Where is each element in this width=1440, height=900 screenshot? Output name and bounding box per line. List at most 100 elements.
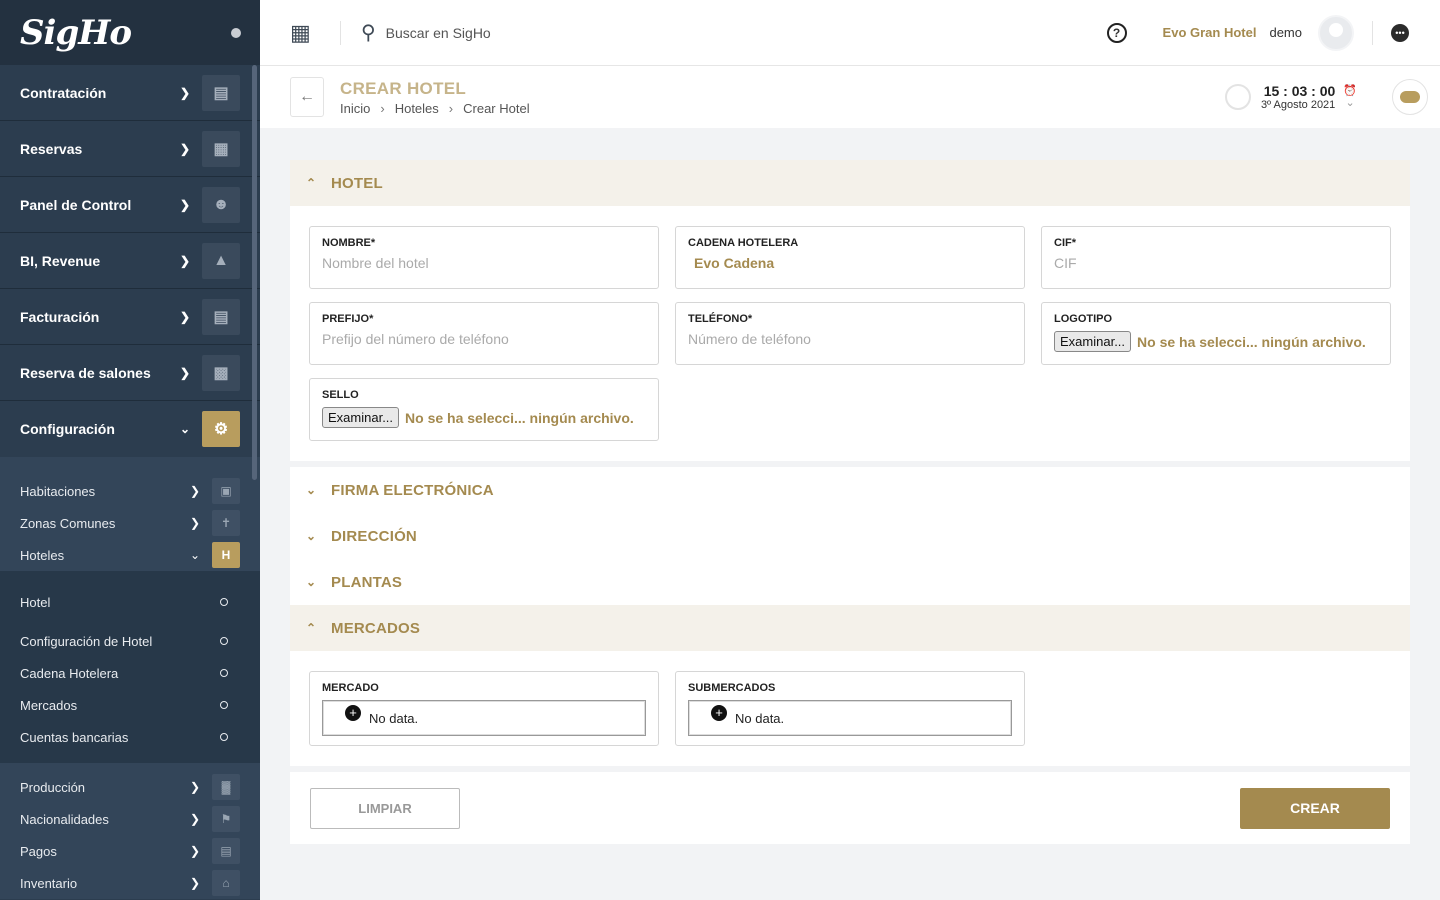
chevron-right-icon: ❯: [189, 780, 201, 794]
clock-icon: [1224, 84, 1251, 110]
chevron-right-icon: ❯: [179, 365, 191, 380]
sidebar-item-produccion[interactable]: Producción ❯ ▓: [0, 771, 260, 803]
factory-icon: ▓: [212, 774, 240, 800]
dashboard-grid-icon[interactable]: ▦: [290, 21, 312, 44]
field-label: TELÉFONO*: [688, 313, 753, 325]
chevron-down-icon: ⌄: [189, 548, 201, 562]
cif-input[interactable]: CIF: [1054, 255, 1378, 271]
sidebar-item-label: Nacionalidades: [20, 811, 109, 827]
current-date: 3º Agosto 2021: [1260, 99, 1336, 111]
top-bar-right: ? Evo Gran Hotel demo •••: [1106, 0, 1440, 66]
sidebar-item-reserva-de-salones[interactable]: Reserva de salones ❯ ▩: [0, 345, 260, 401]
create-button[interactable]: CREAR: [1240, 787, 1390, 829]
breadcrumb: Inicio › Hoteles › Crear Hotel: [340, 101, 530, 116]
circle-icon: [220, 637, 228, 645]
page-title: CREAR HOTEL: [340, 78, 467, 98]
presentation-chart-icon: ▲: [202, 242, 240, 279]
cadena-hotelera-field[interactable]: CADENA HOTELERA Evo Cadena: [675, 226, 1025, 289]
app-logo[interactable]: SigHo: [20, 13, 132, 53]
prefijo-input[interactable]: Prefijo del número de teléfono: [322, 331, 646, 347]
nombre-field[interactable]: NOMBRE* Nombre del hotel: [309, 226, 659, 289]
chevron-right-icon: ❯: [189, 876, 201, 890]
add-circle-icon[interactable]: +: [711, 705, 727, 721]
sidebar-item-configuracion-de-hotel[interactable]: Configuración de Hotel: [0, 625, 260, 657]
sidebar-item-cuentas-bancarias[interactable]: Cuentas bancarias: [0, 721, 260, 753]
section-mercados-body: MERCADO + No data. SUBMERCADOS + No data.: [290, 651, 1410, 766]
sidebar-item-mercados[interactable]: Mercados: [0, 689, 260, 721]
sidebar-item-label: Hotel: [20, 594, 51, 610]
hotel-icon: H: [212, 542, 240, 568]
alarm-icon[interactable]: ⏰ ⌄: [1343, 85, 1357, 109]
user-name[interactable]: demo: [1269, 25, 1302, 40]
sidebar-item-inventario[interactable]: Inventario ❯ ⌂: [0, 867, 260, 899]
field-label: LOGOTIPO: [1054, 313, 1113, 325]
logotipo-field: LOGOTIPO Examinar... No se ha selecci...…: [1041, 302, 1391, 365]
chat-icon[interactable]: •••: [1391, 23, 1409, 42]
section-title: MERCADOS: [331, 619, 421, 637]
clear-button[interactable]: LIMPIAR: [310, 787, 460, 829]
sidebar-item-contratacion[interactable]: Contratación ❯ ▤: [0, 65, 260, 121]
telefono-input[interactable]: Número de teléfono: [688, 331, 1012, 347]
chevron-right-icon: ❯: [179, 253, 191, 268]
mercado-list[interactable]: + No data.: [322, 700, 646, 736]
sidebar-item-facturacion[interactable]: Facturación ❯ ▤: [0, 289, 260, 345]
field-label: MERCADO: [322, 682, 379, 694]
sidebar-item-label: Reserva de salones: [20, 364, 151, 381]
search-input[interactable]: [385, 24, 786, 41]
add-circle-icon[interactable]: +: [345, 705, 361, 721]
signpost-icon: ✝: [212, 510, 240, 536]
sidebar-item-label: Panel de Control: [20, 196, 132, 213]
main-content: ⌃ HOTEL NOMBRE* Nombre del hotel CADENA …: [290, 160, 1410, 844]
top-bar: ▦ ⚲ ? Evo Gran Hotel demo •••: [260, 0, 1440, 66]
prefijo-field[interactable]: PREFIJO* Prefijo del número de teléfono: [309, 302, 659, 365]
sidebar-item-bi-revenue[interactable]: BI, Revenue ❯ ▲: [0, 233, 260, 289]
settings-icon: ⚙: [202, 411, 240, 447]
sello-browse-button[interactable]: Examinar...: [322, 407, 400, 428]
section-firma-header[interactable]: ⌄ FIRMA ELECTRÓNICA: [290, 467, 1410, 513]
sidebar-item-cadena-hotelera[interactable]: Cadena Hotelera: [0, 657, 260, 689]
sidebar-toggle-dot[interactable]: [231, 27, 241, 38]
sidebar-item-zonas-comunes[interactable]: Zonas Comunes ❯ ✝: [0, 507, 260, 539]
weather-icon[interactable]: [1392, 79, 1428, 115]
chevron-down-icon: ⌄: [306, 483, 317, 497]
chevron-down-icon: ⌄: [1345, 97, 1355, 109]
chevron-right-icon: ❯: [179, 85, 191, 100]
sidebar-item-label: Configuración: [20, 421, 115, 437]
telefono-field[interactable]: TELÉFONO* Número de teléfono: [675, 302, 1025, 365]
chevron-right-icon: ›: [448, 100, 454, 116]
section-direccion-header[interactable]: ⌄ DIRECCIÓN: [290, 513, 1410, 559]
configuracion-submenu: Habitaciones ❯ ▣ Zonas Comunes ❯ ✝ Hoteles…: [0, 457, 260, 899]
section-title: DIRECCIÓN: [331, 527, 417, 545]
breadcrumb-inicio[interactable]: Inicio: [340, 101, 370, 116]
sidebar-item-hotel[interactable]: Hotel: [0, 579, 260, 625]
current-hotel-name[interactable]: Evo Gran Hotel: [1163, 25, 1257, 40]
nombre-input[interactable]: Nombre del hotel: [322, 255, 646, 271]
chevron-up-icon: ⌃: [306, 621, 317, 635]
sidebar-scrollbar[interactable]: [252, 65, 257, 480]
section-hotel-header[interactable]: ⌃ HOTEL: [290, 160, 1410, 206]
section-mercados-header[interactable]: ⌃ MERCADOS: [290, 605, 1410, 651]
mercado-field: MERCADO + No data.: [309, 671, 659, 746]
hoteles-submenu: Hotel Configuración de Hotel Cadena Hote…: [0, 571, 260, 763]
logotipo-browse-button[interactable]: Examinar...: [1054, 331, 1132, 352]
cif-field[interactable]: CIF* CIF: [1041, 226, 1391, 289]
section-plantas-header[interactable]: ⌄ PLANTAS: [290, 559, 1410, 605]
sidebar-item-nacionalidades[interactable]: Nacionalidades ❯ ⚑: [0, 803, 260, 835]
flag-icon: ⚑: [212, 806, 240, 832]
breadcrumb-hoteles[interactable]: Hoteles: [395, 101, 439, 116]
submercados-list[interactable]: + No data.: [688, 700, 1012, 736]
sidebar-item-reservas[interactable]: Reservas ❯ ▦: [0, 121, 260, 177]
help-icon[interactable]: ?: [1106, 22, 1127, 43]
cadena-hotelera-select[interactable]: Evo Cadena: [688, 255, 1012, 271]
contract-icon: ▤: [202, 74, 240, 111]
field-label: CIF*: [1054, 237, 1076, 249]
back-button[interactable]: ←: [290, 77, 324, 117]
sidebar-item-hoteles[interactable]: Hoteles ⌄ H: [0, 539, 260, 571]
avatar[interactable]: [1318, 14, 1354, 51]
sidebar-item-habitaciones[interactable]: Habitaciones ❯ ▣: [0, 475, 260, 507]
sidebar-item-label: Mercados: [20, 697, 78, 713]
sidebar-item-pagos[interactable]: Pagos ❯ ▤: [0, 835, 260, 867]
sidebar-item-configuracion[interactable]: Configuración ⌄ ⚙: [0, 401, 260, 457]
sidebar-item-panel-de-control[interactable]: Panel de Control ❯ ☻: [0, 177, 260, 233]
section-hotel-body: NOMBRE* Nombre del hotel CADENA HOTELERA…: [290, 206, 1410, 461]
